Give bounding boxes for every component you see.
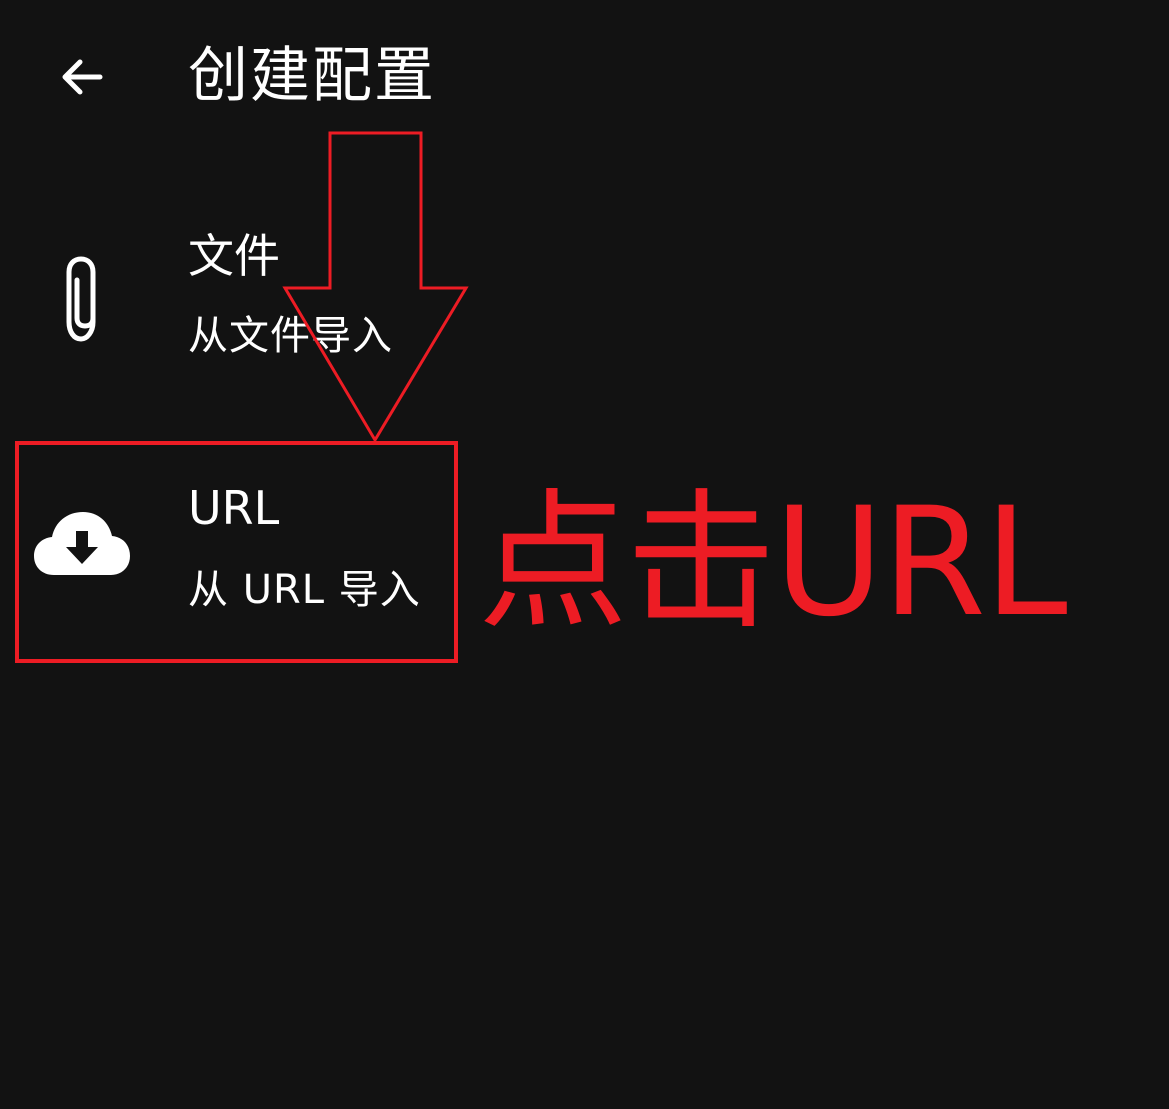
page-title: 创建配置: [188, 41, 436, 111]
back-button[interactable]: [50, 46, 112, 108]
cloud-download-icon: [30, 506, 134, 582]
item-subtitle: 从文件导入: [188, 313, 393, 359]
create-config-screen: 创建配置 文件 从文件导入 URL 从 URL 导入 点击URL: [0, 0, 1169, 1109]
import-from-file-item[interactable]: 文件 从文件导入: [0, 200, 460, 400]
paperclip-icon: [52, 244, 112, 354]
item-title: URL: [188, 481, 280, 535]
import-from-url-item[interactable]: URL 从 URL 导入: [0, 450, 460, 650]
item-subtitle: 从 URL 导入: [188, 567, 421, 613]
item-title: 文件: [188, 229, 280, 283]
arrow-left-icon: [62, 59, 103, 95]
annotation-label: 点击URL: [478, 476, 1068, 650]
